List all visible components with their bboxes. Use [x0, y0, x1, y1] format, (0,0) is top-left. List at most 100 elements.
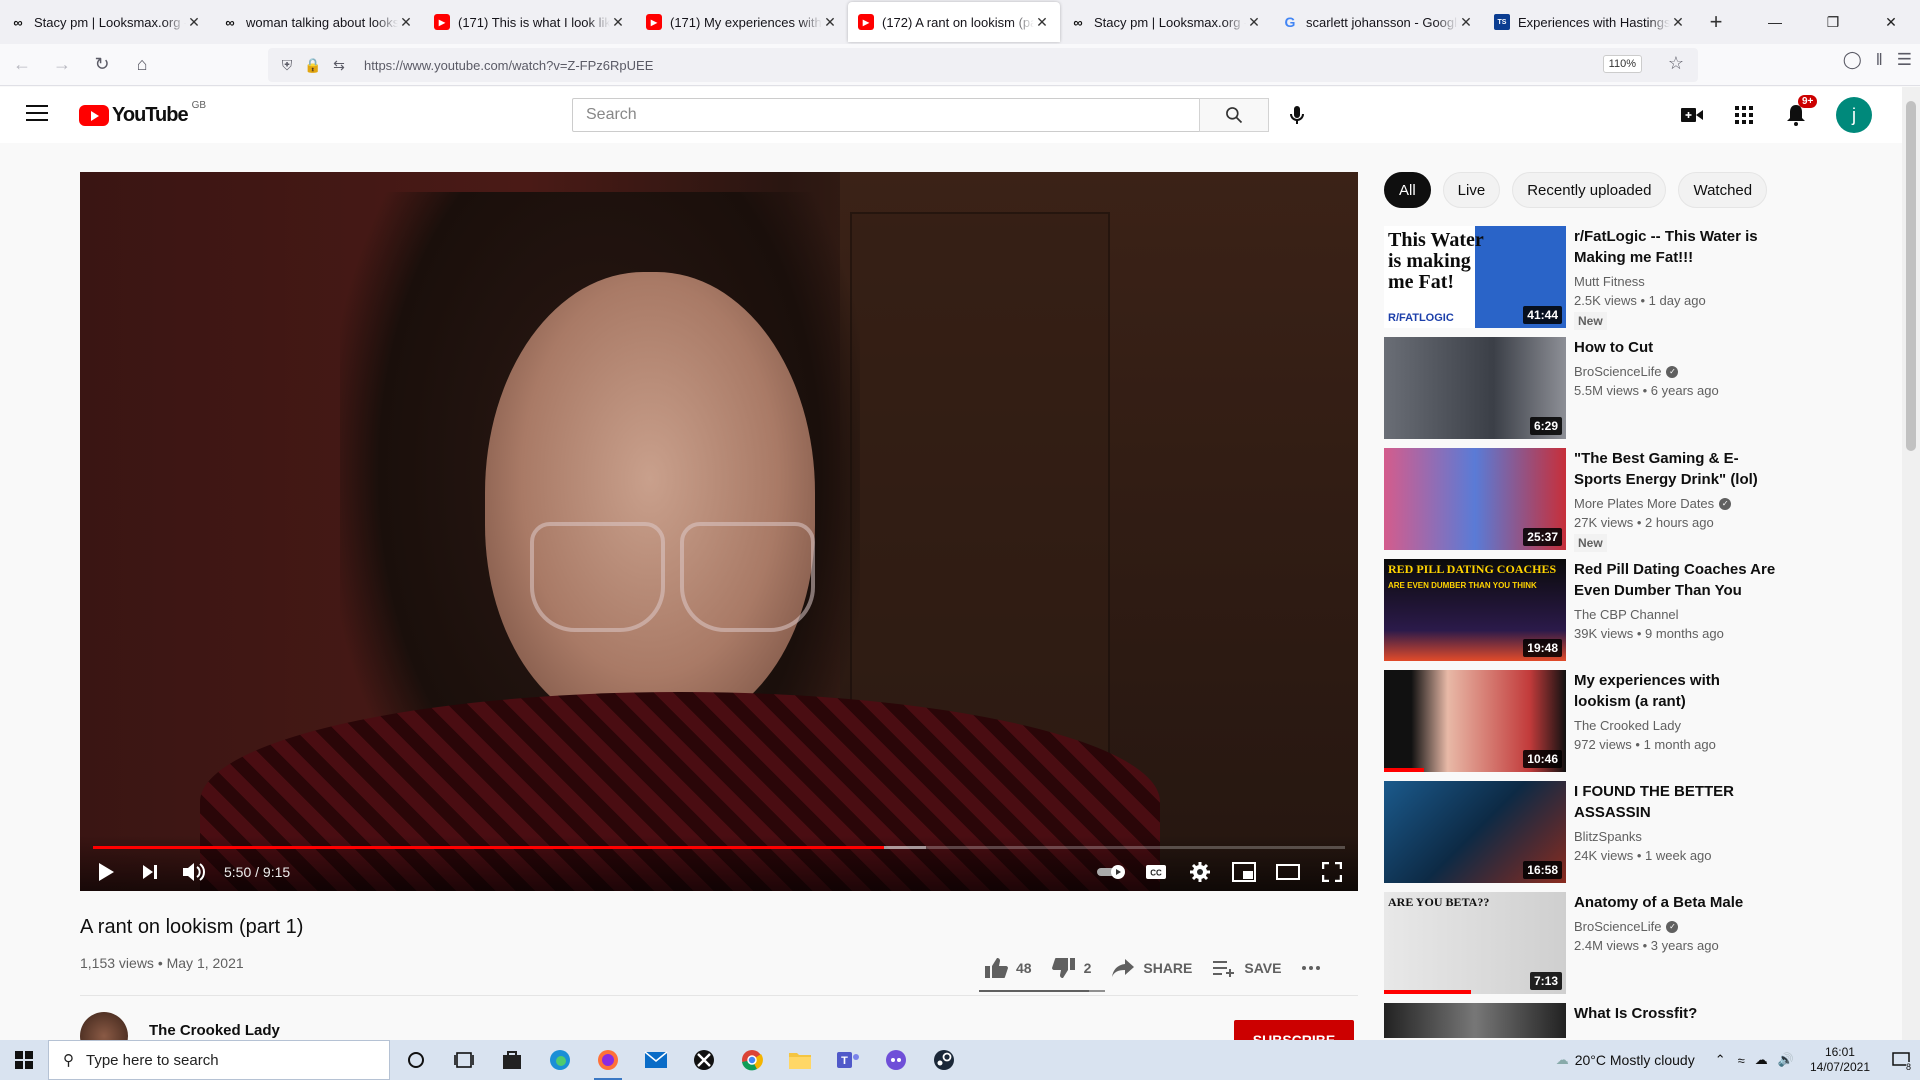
- apps-grid-icon[interactable]: [1732, 103, 1756, 127]
- back-button[interactable]: ←: [4, 49, 40, 81]
- firefox-icon[interactable]: [584, 1040, 632, 1080]
- filter-chip[interactable]: Live: [1442, 172, 1501, 208]
- search-button[interactable]: [1199, 98, 1269, 132]
- library-icon[interactable]: ‖: [1876, 50, 1883, 70]
- related-video-title[interactable]: Anatomy of a Beta Male: [1574, 892, 1776, 913]
- url-bar[interactable]: ⛨ 🔒 ⇆ https://www.youtube.com/watch?v=Z-…: [268, 48, 1698, 82]
- store-icon[interactable]: [488, 1040, 536, 1080]
- related-channel-name[interactable]: BlitzSpanks: [1574, 829, 1776, 844]
- dislike-button[interactable]: 2: [1051, 957, 1091, 979]
- edge-icon[interactable]: [536, 1040, 584, 1080]
- video-thumbnail[interactable]: This Water is making me Fat! R/FATLOGIC 41…: [1384, 226, 1566, 328]
- network-icon[interactable]: ≈: [1738, 1053, 1745, 1068]
- menu-icon[interactable]: ☰: [1897, 50, 1912, 70]
- pocket-icon[interactable]: ◯: [1843, 50, 1862, 70]
- page-scrollbar[interactable]: [1902, 87, 1920, 1040]
- channel-name[interactable]: The Crooked Lady: [149, 1022, 280, 1039]
- close-tab-icon[interactable]: ✕: [1034, 14, 1050, 31]
- related-video-title[interactable]: My experiences with lookism (a rant): [1574, 670, 1776, 712]
- captions-button[interactable]: CC: [1138, 854, 1174, 890]
- save-button[interactable]: SAVE: [1212, 959, 1281, 977]
- related-video-item[interactable]: 25:37 "The Best Gaming & E-Sports Energy …: [1384, 448, 1784, 559]
- miniplayer-button[interactable]: [1226, 854, 1262, 890]
- restore-button[interactable]: ❐: [1804, 0, 1862, 44]
- start-button[interactable]: [0, 1040, 48, 1080]
- tray-chevron-icon[interactable]: ⌃: [1715, 1052, 1726, 1068]
- close-tab-icon[interactable]: ✕: [186, 14, 202, 31]
- filter-chip[interactable]: Watched: [1678, 172, 1768, 208]
- mute-button[interactable]: [176, 854, 212, 890]
- browser-tab[interactable]: ∞ woman talking about looksm ✕: [212, 0, 424, 44]
- related-video-title[interactable]: What Is Crossfit?: [1574, 1003, 1776, 1024]
- new-tab-button[interactable]: +: [1696, 0, 1736, 44]
- browser-tab[interactable]: ▶ (171) This is what I look like n ✕: [424, 0, 636, 44]
- close-window-button[interactable]: ✕: [1862, 0, 1920, 44]
- related-channel-name[interactable]: BroScienceLife ✓: [1574, 919, 1776, 934]
- chrome-icon[interactable]: [728, 1040, 776, 1080]
- task-view-icon[interactable]: [440, 1040, 488, 1080]
- video-thumbnail[interactable]: ARE YOU BETA?? 7:13: [1384, 892, 1566, 994]
- related-channel-name[interactable]: BroScienceLife ✓: [1574, 364, 1776, 379]
- lock-icon[interactable]: 🔒: [302, 57, 324, 74]
- related-video-item[interactable]: 6:29 How to Cut BroScienceLife ✓ 5.5M views …: [1384, 337, 1784, 448]
- related-video-item[interactable]: 16:58 I FOUND THE BETTER ASSASSIN BlitzSpa…: [1384, 781, 1784, 892]
- weather-icon[interactable]: ☁: [1556, 1052, 1569, 1068]
- video-thumbnail[interactable]: RED PILL DATING COACHES ARE EVEN DUMBER T…: [1384, 559, 1566, 661]
- related-channel-name[interactable]: The CBP Channel: [1574, 607, 1776, 622]
- steam-icon[interactable]: [920, 1040, 968, 1080]
- scrollbar-thumb[interactable]: [1906, 101, 1916, 451]
- related-video-title[interactable]: Red Pill Dating Coaches Are Even Dumber …: [1574, 559, 1776, 601]
- forward-button[interactable]: →: [44, 49, 80, 81]
- close-tab-icon[interactable]: ✕: [610, 14, 626, 31]
- related-video-title[interactable]: r/FatLogic -- This Water is Making me Fa…: [1574, 226, 1776, 268]
- close-tab-icon[interactable]: ✕: [1458, 14, 1474, 31]
- video-thumbnail[interactable]: 10:46: [1384, 670, 1566, 772]
- related-video-title[interactable]: I FOUND THE BETTER ASSASSIN: [1574, 781, 1776, 823]
- related-video-item[interactable]: RED PILL DATING COACHES ARE EVEN DUMBER T…: [1384, 559, 1784, 670]
- theater-mode-button[interactable]: [1270, 854, 1306, 890]
- next-button[interactable]: [132, 854, 168, 890]
- minimize-button[interactable]: —: [1746, 0, 1804, 44]
- related-channel-name[interactable]: The Crooked Lady: [1574, 718, 1776, 733]
- browser-tab[interactable]: ∞ Stacy pm | Looksmax.org - M ✕: [1060, 0, 1272, 44]
- video-thumbnail[interactable]: 16:58: [1384, 781, 1566, 883]
- voice-search-icon[interactable]: [1285, 102, 1309, 128]
- browser-tab[interactable]: ▶ (172) A rant on lookism (part ✕: [848, 2, 1060, 42]
- action-center-button[interactable]: 8: [1882, 1040, 1920, 1080]
- notifications-bell-icon[interactable]: 9+: [1784, 95, 1818, 127]
- related-video-item[interactable]: What Is Crossfit?: [1384, 1003, 1784, 1038]
- close-tab-icon[interactable]: ✕: [1670, 14, 1686, 31]
- xbox-icon[interactable]: [680, 1040, 728, 1080]
- more-actions-button[interactable]: [1301, 965, 1321, 971]
- play-button[interactable]: [88, 854, 124, 890]
- browser-tab[interactable]: TS Experiences with Hastings Dir ✕: [1484, 0, 1696, 44]
- related-video-item[interactable]: ARE YOU BETA?? 7:13 Anatomy of a Beta Male…: [1384, 892, 1784, 1003]
- fullscreen-button[interactable]: [1314, 854, 1350, 890]
- browser-tab[interactable]: G scarlett johansson - Google S ✕: [1272, 0, 1484, 44]
- account-avatar[interactable]: j: [1836, 97, 1872, 133]
- taskbar-search[interactable]: ⚲ Type here to search: [48, 1040, 390, 1080]
- speaker-icon[interactable]: 🔊: [1778, 1052, 1794, 1068]
- youtube-logo[interactable]: YouTube GB: [79, 100, 206, 127]
- related-video-item[interactable]: This Water is making me Fat! R/FATLOGIC 41…: [1384, 226, 1784, 337]
- video-thumbnail[interactable]: 6:29: [1384, 337, 1566, 439]
- video-player[interactable]: 5:50 / 9:15 CC: [80, 172, 1358, 891]
- close-tab-icon[interactable]: ✕: [398, 14, 414, 31]
- permissions-icon[interactable]: ⇆: [328, 57, 350, 74]
- filter-chip[interactable]: All: [1384, 172, 1431, 208]
- search-input[interactable]: Search: [572, 98, 1200, 132]
- cortana-icon[interactable]: [392, 1040, 440, 1080]
- discord-like-app-icon[interactable]: [872, 1040, 920, 1080]
- zoom-level[interactable]: 110%: [1602, 55, 1642, 73]
- file-explorer-icon[interactable]: [776, 1040, 824, 1080]
- close-tab-icon[interactable]: ✕: [1246, 14, 1262, 31]
- teams-icon[interactable]: T: [824, 1040, 872, 1080]
- onedrive-icon[interactable]: ☁: [1755, 1052, 1768, 1068]
- video-thumbnail[interactable]: 25:37: [1384, 448, 1566, 550]
- related-video-title[interactable]: How to Cut: [1574, 337, 1776, 358]
- url-text[interactable]: https://www.youtube.com/watch?v=Z-FPz6Rp…: [364, 58, 653, 73]
- close-tab-icon[interactable]: ✕: [822, 14, 838, 31]
- shield-icon[interactable]: ⛨: [276, 57, 298, 74]
- related-video-item[interactable]: 10:46 My experiences with lookism (a rant…: [1384, 670, 1784, 781]
- related-channel-name[interactable]: More Plates More Dates ✓: [1574, 496, 1776, 511]
